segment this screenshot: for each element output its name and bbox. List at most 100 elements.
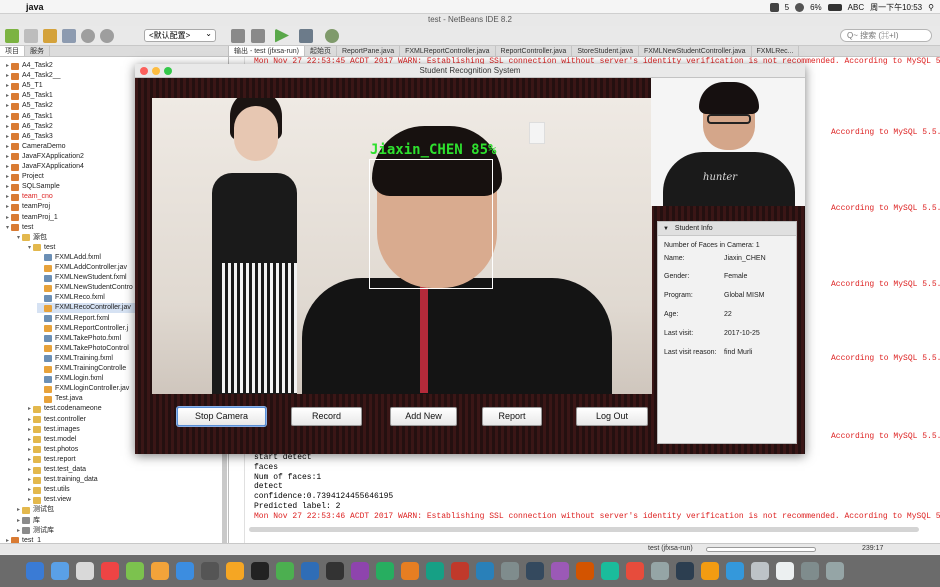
collapsed-arrow-icon[interactable]: ▸ <box>26 475 33 485</box>
run-icon[interactable] <box>275 28 289 43</box>
tree-item[interactable]: FXMLTakePhotoControl <box>37 344 129 354</box>
tree-item[interactable]: ▸ A6_Task1 <box>4 112 53 122</box>
new-file-icon[interactable] <box>24 28 38 43</box>
tab-projects[interactable]: 项目 <box>0 46 25 56</box>
tree-item[interactable]: ▸ A4_Task2__ <box>4 71 61 81</box>
dock-app-icon[interactable] <box>126 562 144 580</box>
tree-item[interactable]: ▸ A4_Task2 <box>4 61 53 71</box>
collapsed-arrow-icon[interactable]: ▸ <box>4 112 11 122</box>
dock-app-icon[interactable] <box>426 562 444 580</box>
collapsed-arrow-icon[interactable]: ▸ <box>26 404 33 414</box>
dock-app-icon[interactable] <box>576 562 594 580</box>
tree-item[interactable]: ▸ test.codenameone <box>26 404 102 414</box>
editor-tab[interactable]: 输出 - test (jfxsa-run) <box>229 46 305 56</box>
clean-build-icon[interactable] <box>251 28 265 43</box>
student-info-header[interactable]: ▼ Student Info <box>658 222 796 236</box>
collapsed-arrow-icon[interactable]: ▸ <box>4 81 11 91</box>
tree-item[interactable]: Test.java <box>37 394 83 404</box>
collapsed-arrow-icon[interactable]: ▸ <box>4 182 11 192</box>
battery-icon[interactable] <box>827 3 842 11</box>
redo-icon[interactable] <box>100 28 114 43</box>
collapsed-arrow-icon[interactable]: ▸ <box>4 91 11 101</box>
debug-icon[interactable] <box>299 28 313 43</box>
tree-item[interactable]: ▸ A6_Task2 <box>4 122 53 132</box>
tree-item[interactable]: ▸ teamProj <box>4 202 50 212</box>
tree-item[interactable]: ▸ JavaFXApplication2 <box>4 152 84 162</box>
tree-item[interactable]: ▸ CameraDemo <box>4 142 66 152</box>
config-select[interactable]: <默认配置> <box>144 28 216 42</box>
expanded-arrow-icon[interactable]: ▾ <box>15 233 22 243</box>
window-titlebar[interactable]: Student Recognition System <box>135 64 805 78</box>
collapsed-arrow-icon[interactable]: ▸ <box>15 526 22 536</box>
tree-item[interactable]: ▾ test <box>4 223 33 233</box>
dock-app-icon[interactable] <box>826 562 844 580</box>
tree-item[interactable]: FXMLloginController.jav <box>37 384 129 394</box>
dock-app-icon[interactable] <box>351 562 369 580</box>
collapsed-arrow-icon[interactable]: ▸ <box>26 455 33 465</box>
input-source[interactable]: ABC <box>848 3 864 12</box>
dock-app-icon[interactable] <box>101 562 119 580</box>
dock-app-icon[interactable] <box>251 562 269 580</box>
tree-item[interactable]: ▸ A6_Task3 <box>4 132 53 142</box>
dock-app-icon[interactable] <box>526 562 544 580</box>
search-input[interactable]: Q~ 搜索 (⌘+I) <box>840 29 932 42</box>
dock-app-icon[interactable] <box>551 562 569 580</box>
tree-item[interactable]: ▸ teamProj_1 <box>4 213 58 223</box>
tree-item[interactable]: FXMLAdd.fxml <box>37 253 101 263</box>
dock-app-icon[interactable] <box>701 562 719 580</box>
dock-app-icon[interactable] <box>276 562 294 580</box>
dock-app-icon[interactable] <box>726 562 744 580</box>
collapsed-arrow-icon[interactable]: ▸ <box>15 505 22 515</box>
dock-app-icon[interactable] <box>51 562 69 580</box>
editor-tab[interactable]: ReportPane.java <box>337 46 401 56</box>
collapsed-arrow-icon[interactable]: ▸ <box>4 192 11 202</box>
tree-item[interactable]: ▸ test.controller <box>26 415 86 425</box>
dock-app-icon[interactable] <box>201 562 219 580</box>
dock-app-icon[interactable] <box>301 562 319 580</box>
editor-tab[interactable]: 起始页 <box>305 46 337 56</box>
tree-item[interactable]: FXMLNewStudent.fxml <box>37 273 127 283</box>
tree-item[interactable]: FXMLTakePhoto.fxml <box>37 334 121 344</box>
profile-icon[interactable] <box>325 28 339 43</box>
close-window-icon[interactable] <box>140 67 148 75</box>
open-project-icon[interactable] <box>43 28 57 43</box>
collapsed-arrow-icon[interactable]: ▸ <box>26 495 33 505</box>
tree-item[interactable]: FXMLNewStudentContro <box>37 283 133 293</box>
tree-item[interactable]: FXMLReco.fxml <box>37 293 105 303</box>
editor-tab[interactable]: ReportController.java <box>496 46 573 56</box>
collapsed-arrow-icon[interactable]: ▸ <box>4 172 11 182</box>
save-all-icon[interactable] <box>62 28 76 43</box>
dock-app-icon[interactable] <box>501 562 519 580</box>
tree-item[interactable]: ▸ JavaFXApplication4 <box>4 162 84 172</box>
dock-app-icon[interactable] <box>801 562 819 580</box>
dock-app-icon[interactable] <box>651 562 669 580</box>
editor-tab[interactable]: FXMLReportController.java <box>400 46 496 56</box>
tree-item[interactable]: ▾ 源包 <box>15 233 47 243</box>
collapsed-arrow-icon[interactable]: ▸ <box>4 122 11 132</box>
editor-tab[interactable]: StoreStudent.java <box>572 46 639 56</box>
build-icon[interactable] <box>231 28 245 43</box>
collapsed-arrow-icon[interactable]: ▸ <box>4 162 11 172</box>
new-project-icon[interactable] <box>5 28 19 43</box>
tab-services[interactable]: 服务 <box>25 46 50 56</box>
app-menu-name[interactable]: java <box>26 2 44 12</box>
dock-app-icon[interactable] <box>226 562 244 580</box>
collapsed-arrow-icon[interactable]: ▸ <box>4 202 11 212</box>
dock-app-icon[interactable] <box>376 562 394 580</box>
undo-icon[interactable] <box>81 28 95 43</box>
tree-item[interactable]: ▸ Project <box>4 172 44 182</box>
tree-item[interactable]: ▸ test.view <box>26 495 71 505</box>
collapsed-arrow-icon[interactable]: ▸ <box>4 61 11 71</box>
tree-item[interactable]: FXMLAddController.jav <box>37 263 127 273</box>
tree-item[interactable]: FXMLTraining.fxml <box>37 354 113 364</box>
dock-app-icon[interactable] <box>476 562 494 580</box>
tree-item[interactable]: ▾ test <box>26 243 55 253</box>
report-button[interactable]: Report <box>482 407 542 426</box>
expanded-arrow-icon[interactable]: ▾ <box>4 223 11 233</box>
wechat-icon[interactable] <box>769 2 779 12</box>
tree-item[interactable]: ▸ test.report <box>26 455 76 465</box>
expanded-arrow-icon[interactable]: ▾ <box>26 243 33 253</box>
tree-item[interactable]: ▸ test.utils <box>26 485 70 495</box>
stop-camera-button[interactable]: Stop Camera <box>177 407 266 426</box>
tree-item[interactable]: ▸ test.test_data <box>26 465 86 475</box>
